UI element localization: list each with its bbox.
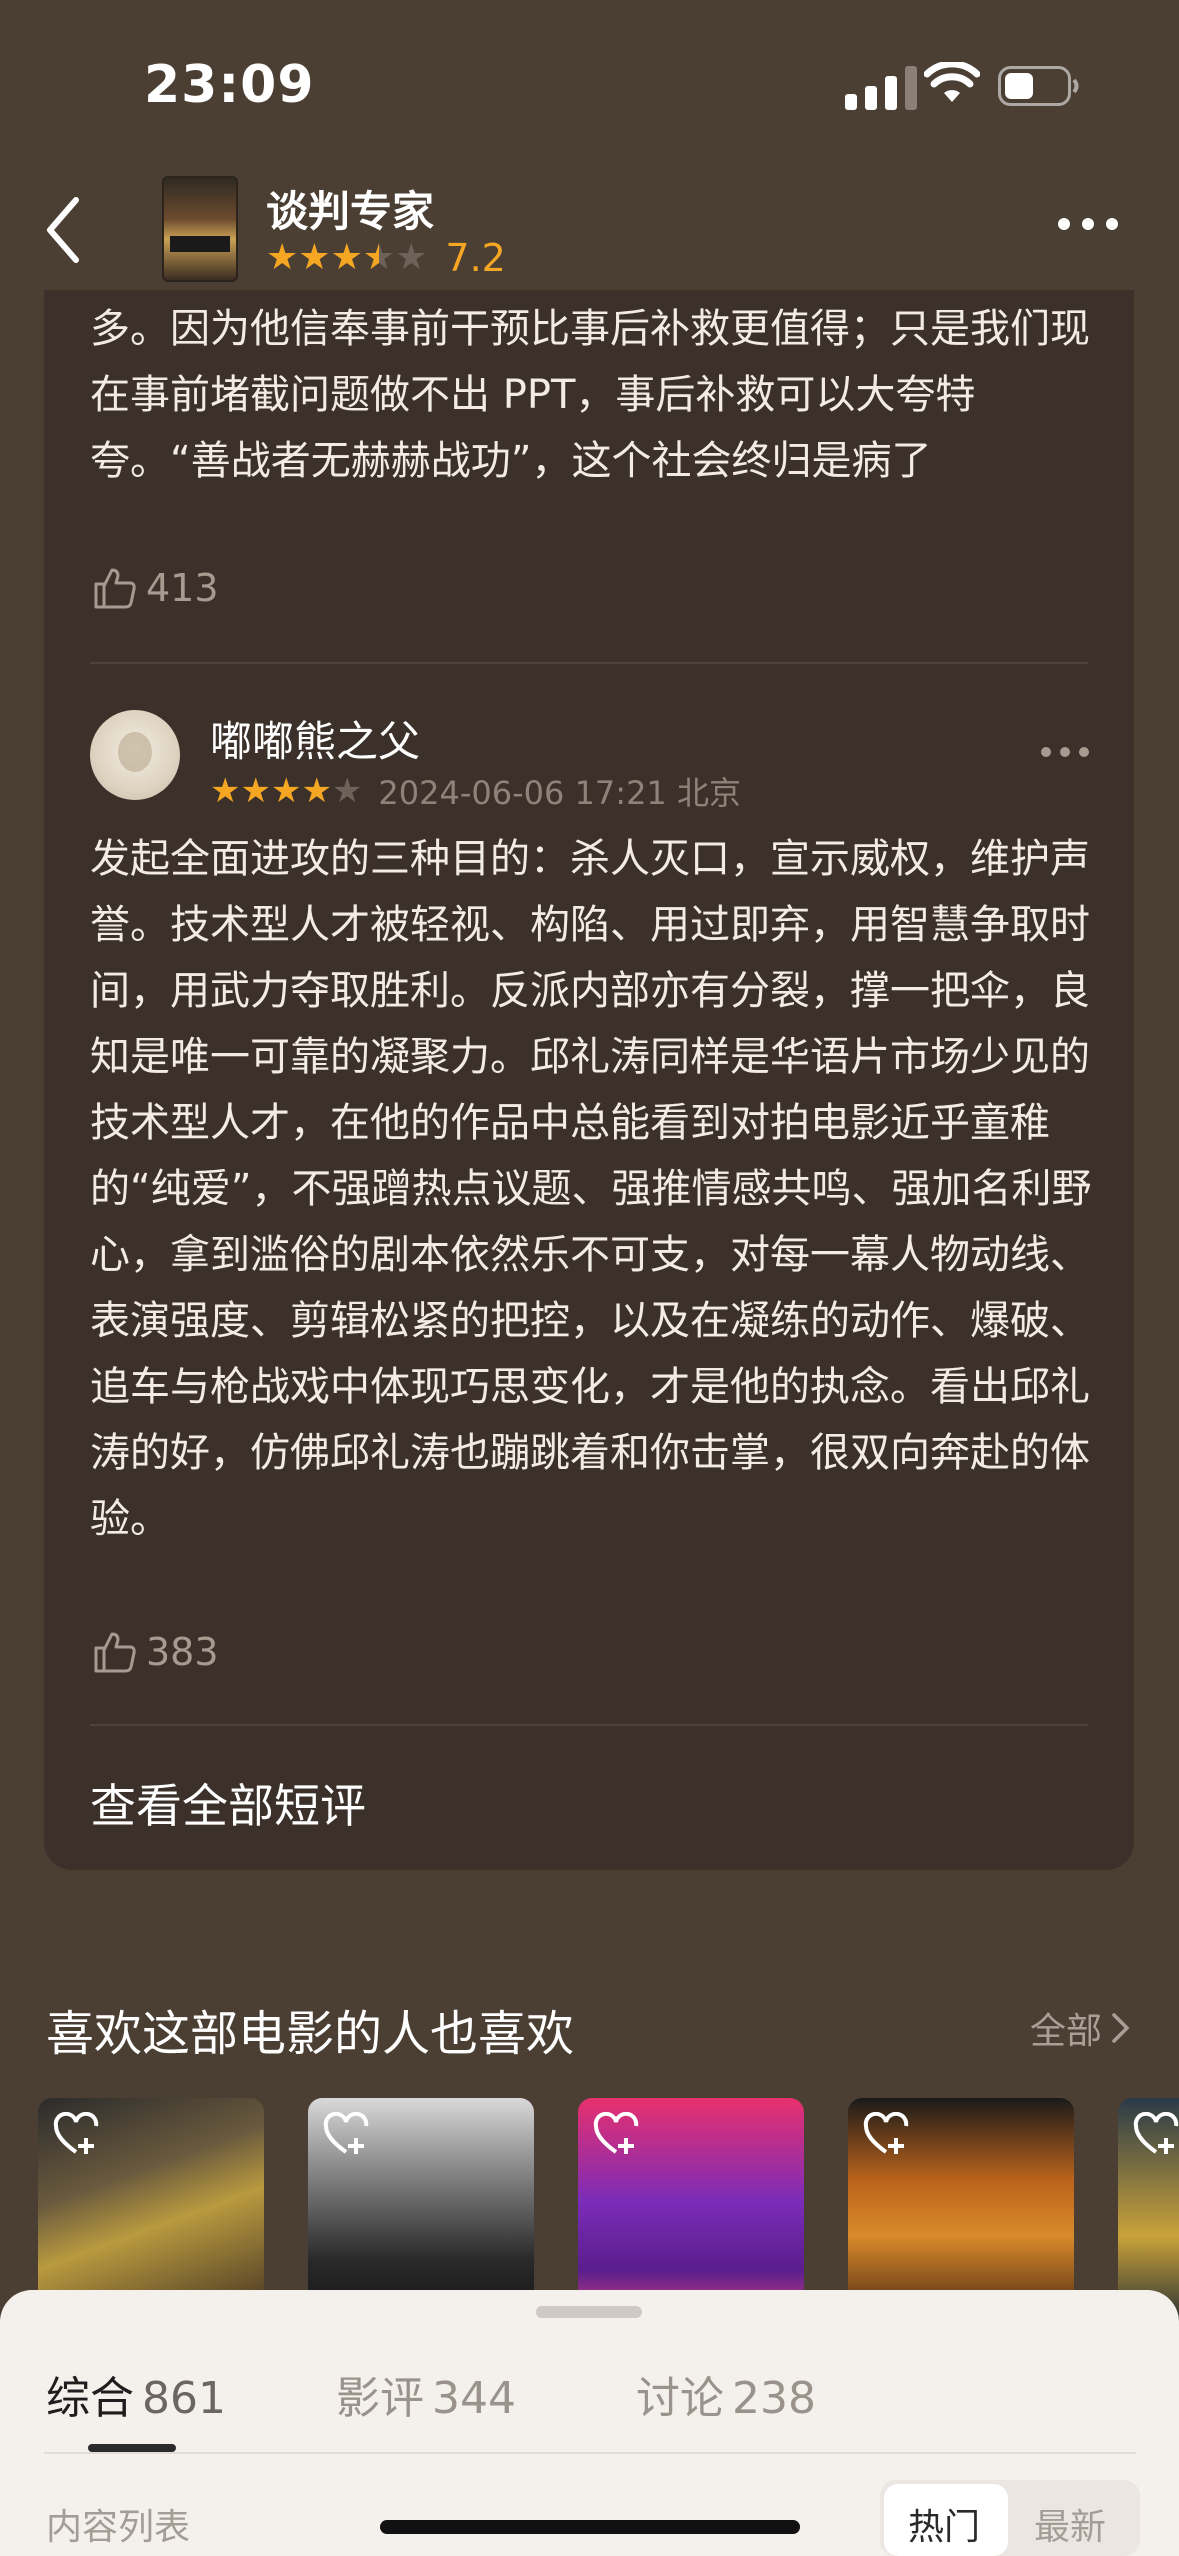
movie-poster-thumbnail[interactable] — [162, 176, 238, 282]
reviewer-name[interactable]: 嘟嘟熊之父 — [210, 708, 420, 769]
star-icon: ★ — [330, 237, 363, 278]
more-options-icon[interactable] — [1056, 212, 1120, 236]
tab-label: 讨论 — [636, 2373, 724, 2424]
tab-discussions[interactable]: 讨论 238 — [636, 2362, 816, 2426]
recommendations-all-link[interactable]: 全部 — [1030, 2002, 1132, 2054]
like-button[interactable]: 383 — [92, 1630, 219, 1674]
see-all-short-reviews-link[interactable]: 查看全部短评 — [90, 1770, 366, 1836]
tab-overview[interactable]: 综合 861 — [46, 2362, 226, 2426]
content-list-label: 内容列表 — [46, 2507, 191, 2548]
star-icon: ★ — [270, 771, 302, 811]
home-indicator — [380, 2520, 800, 2534]
star-icon: ★ — [331, 771, 363, 811]
like-button[interactable]: 413 — [92, 566, 219, 610]
star-icon: ★ — [298, 237, 331, 278]
chevron-right-icon — [1112, 2013, 1130, 2043]
battery-icon — [998, 66, 1079, 106]
star-icon: ★ — [266, 237, 299, 278]
review-text: 多。因为他信奉事前干预比事后补救更值得；只是我们现在事前堵截问题做不出 PPT，… — [90, 306, 1090, 484]
star-icon: ★ — [240, 771, 271, 811]
heart-add-icon[interactable] — [592, 2112, 640, 2156]
review-meta: ★ ★ ★ ★ ★ 2024-06-06 17:21 北京 — [210, 768, 741, 814]
review-text: 发起全面进攻的三种目的：杀人灭口，宣示威权，维护声誉。技术型人才被轻视、构陷、用… — [90, 836, 1092, 1542]
star-icon: ★ — [395, 237, 428, 278]
movie-rating: ★ ★ ★ ★ ★ 7.2 — [266, 236, 506, 280]
movie-score: 7.2 — [445, 236, 506, 280]
tab-label: 影评 — [336, 2373, 424, 2424]
back-arrow-icon[interactable] — [40, 190, 90, 270]
tab-count: 861 — [142, 2373, 226, 2424]
recommendations-title: 喜欢这部电影的人也喜欢 — [46, 2006, 575, 2062]
avatar[interactable] — [90, 710, 180, 800]
sort-hot-button[interactable]: 热门 — [908, 2498, 980, 2550]
thumbs-up-icon — [94, 568, 136, 609]
heart-add-icon[interactable] — [322, 2112, 370, 2156]
tab-label: 综合 — [46, 2373, 134, 2424]
tab-reviews[interactable]: 影评 344 — [336, 2362, 516, 2426]
active-tab-indicator — [88, 2444, 176, 2452]
like-count: 413 — [146, 566, 219, 610]
thumbs-up-icon — [94, 1632, 136, 1673]
sheet-divider — [44, 2452, 1136, 2454]
review-divider — [90, 662, 1088, 664]
star-icon: ★ — [301, 771, 332, 811]
heart-add-icon[interactable] — [862, 2112, 910, 2156]
all-label: 全部 — [1030, 2011, 1103, 2052]
movie-title[interactable]: 谈判专家 — [266, 178, 434, 239]
more-options-icon[interactable] — [1040, 744, 1090, 760]
tab-count: 238 — [732, 2373, 816, 2424]
sort-latest-button[interactable]: 最新 — [1034, 2498, 1106, 2550]
like-count: 383 — [146, 1630, 219, 1674]
review-date: 2024-06-06 17:21 北京 — [378, 774, 741, 812]
cellular-signal-icon — [845, 66, 917, 110]
half-star-icon: ★ — [362, 237, 396, 278]
review-divider — [90, 1724, 1088, 1726]
tab-count: 344 — [432, 2373, 516, 2424]
sheet-drag-handle[interactable] — [536, 2306, 642, 2318]
wifi-icon — [924, 62, 980, 102]
star-icon: ★ — [210, 771, 241, 811]
heart-add-icon[interactable] — [1132, 2112, 1179, 2156]
status-time: 23:09 — [144, 55, 315, 115]
heart-add-icon[interactable] — [52, 2112, 100, 2156]
